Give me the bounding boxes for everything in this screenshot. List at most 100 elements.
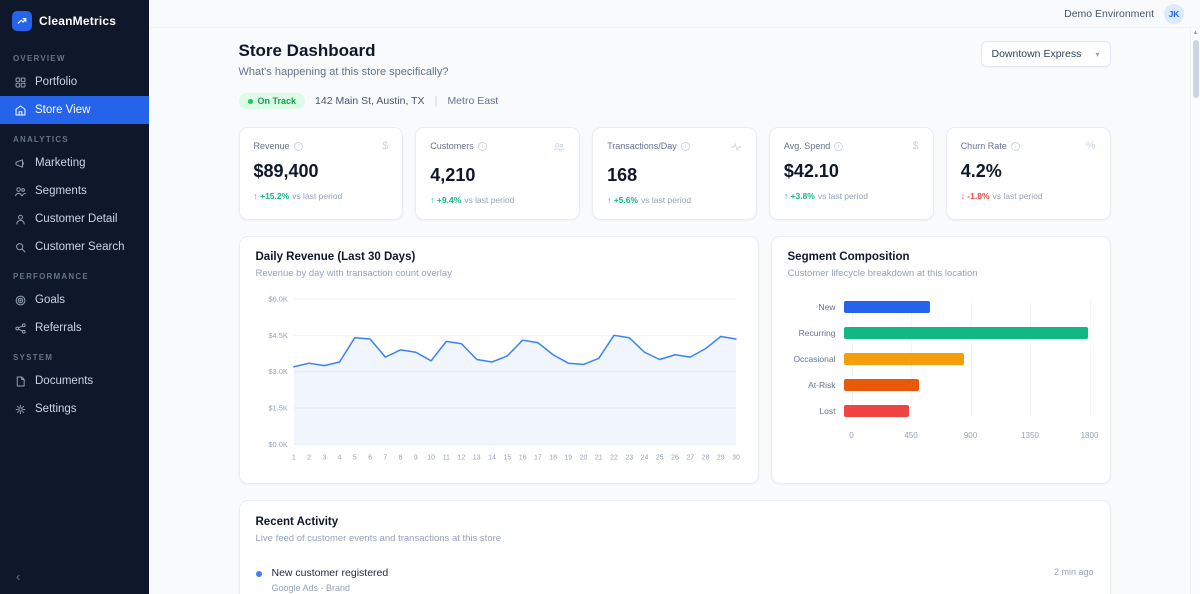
- kpi-delta-note: vs last period: [292, 191, 342, 201]
- sidebar-item-referrals[interactable]: Referrals: [0, 314, 149, 342]
- dollar-icon: $: [913, 141, 919, 152]
- trend-up-icon: [12, 11, 32, 31]
- segment-bar-label: New: [788, 302, 844, 312]
- share-icon: [13, 321, 27, 335]
- segment-bar[interactable]: [844, 327, 1089, 339]
- segment-composition-title: Segment Composition: [788, 251, 1094, 263]
- kpi-value: 4,210: [430, 165, 565, 186]
- info-icon[interactable]: i: [478, 142, 487, 151]
- svg-text:25: 25: [655, 454, 663, 461]
- sidebar-item-customer-detail[interactable]: Customer Detail: [0, 205, 149, 233]
- kpi-delta-value: ↑ +3.8%: [784, 191, 815, 201]
- kpi-delta-note: vs last period: [993, 191, 1043, 201]
- svg-text:15: 15: [503, 454, 511, 461]
- main-area: Demo Environment JK ▲ Store Dashboard Wh…: [149, 0, 1200, 594]
- dollar-icon: $: [382, 141, 388, 152]
- svg-text:30: 30: [732, 454, 740, 461]
- activity-list: New customer registered Google Ads - Bran…: [256, 558, 1094, 594]
- page-header: Store Dashboard What's happening at this…: [239, 41, 1111, 78]
- info-icon[interactable]: i: [294, 142, 303, 151]
- sidebar-item-goals[interactable]: Goals: [0, 286, 149, 314]
- avatar[interactable]: JK: [1164, 4, 1184, 24]
- charts-row: Daily Revenue (Last 30 Days) Revenue by …: [239, 236, 1111, 484]
- kpi-value: 168: [607, 165, 742, 186]
- segment-bar[interactable]: [844, 301, 930, 313]
- sidebar-item-label: Customer Search: [35, 241, 124, 253]
- axis-tick-label: 900: [964, 431, 977, 440]
- kpi-delta-value: ↓ -1.8%: [961, 191, 990, 201]
- sidebar-item-portfolio[interactable]: Portfolio: [0, 68, 149, 96]
- svg-text:16: 16: [518, 454, 526, 461]
- segment-bar-row-at-risk: At-Risk: [788, 379, 1094, 391]
- daily-revenue-chart: $0.0K$1.5K$3.0K$4.5K$6.0K123456789101112…: [256, 291, 742, 471]
- segment-bar[interactable]: [844, 353, 964, 365]
- segment-bar[interactable]: [844, 379, 919, 391]
- svg-text:24: 24: [640, 454, 648, 461]
- grid-icon: [13, 75, 27, 89]
- users-icon: [553, 141, 565, 156]
- scrollbar-thumb[interactable]: [1193, 40, 1199, 98]
- segment-bar-track: [844, 301, 1090, 313]
- svg-text:28: 28: [701, 454, 709, 461]
- svg-text:8: 8: [398, 454, 402, 461]
- kpi-label: Avg. Spend i: [784, 141, 843, 151]
- sidebar: CleanMetrics OverviewPortfolioStore View…: [0, 0, 149, 594]
- topbar: Demo Environment JK: [149, 0, 1200, 28]
- axis-tick-label: 1800: [1081, 431, 1099, 440]
- recent-activity-title: Recent Activity: [256, 516, 1094, 528]
- segment-bar-label: At-Risk: [788, 380, 844, 390]
- segment-bar-axis: 045090013501800: [852, 431, 1090, 443]
- svg-text:$6.0K: $6.0K: [268, 294, 288, 303]
- kpi-row: Revenue i$$89,400↑ +15.2%vs last periodC…: [239, 127, 1111, 220]
- megaphone-icon: [13, 156, 27, 170]
- sidebar-item-documents[interactable]: Documents: [0, 367, 149, 395]
- sidebar-item-store-view[interactable]: Store View: [0, 96, 149, 124]
- kpi-label: Churn Rate i: [961, 141, 1020, 151]
- kpi-delta-note: vs last period: [641, 195, 691, 205]
- percent-icon: %: [1086, 141, 1096, 152]
- app-logo: CleanMetrics: [0, 0, 149, 43]
- svg-text:11: 11: [442, 454, 449, 461]
- page-heading-group: Store Dashboard What's happening at this…: [239, 41, 449, 78]
- page-title: Store Dashboard: [239, 41, 449, 61]
- svg-text:2: 2: [307, 454, 311, 461]
- segment-bar-row-new: New: [788, 301, 1094, 313]
- kpi-card-churn-rate: Churn Rate i%4.2%↓ -1.8%vs last period: [946, 127, 1111, 220]
- segment-bar-label: Lost: [788, 406, 844, 416]
- info-icon[interactable]: i: [1011, 142, 1020, 151]
- sidebar-item-segments[interactable]: Segments: [0, 177, 149, 205]
- svg-text:29: 29: [716, 454, 724, 461]
- activity-title: New customer registered: [272, 567, 1044, 579]
- segment-bar[interactable]: [844, 405, 910, 417]
- store-selector[interactable]: Downtown Express ▾: [981, 41, 1111, 67]
- sidebar-item-customer-search[interactable]: Customer Search: [0, 233, 149, 261]
- sidebar-item-marketing[interactable]: Marketing: [0, 149, 149, 177]
- kpi-delta-value: ↑ +9.4%: [430, 195, 461, 205]
- segment-composition-card: Segment Composition Customer lifecycle b…: [771, 236, 1111, 484]
- search-icon: [13, 240, 27, 254]
- svg-text:6: 6: [368, 454, 372, 461]
- sidebar-section-label-analytics: Analytics: [0, 124, 149, 149]
- kpi-delta-value: ↑ +15.2%: [254, 191, 290, 201]
- app-root: CleanMetrics OverviewPortfolioStore View…: [0, 0, 1200, 594]
- kpi-card-transactions-day: Transactions/Day i168↑ +5.6%vs last peri…: [592, 127, 757, 220]
- info-icon[interactable]: i: [834, 142, 843, 151]
- activity-icon: [730, 141, 742, 156]
- activity-detail: Google Ads - Brand: [272, 583, 1044, 593]
- sidebar-item-settings[interactable]: Settings: [0, 395, 149, 423]
- svg-text:21: 21: [594, 454, 602, 461]
- sidebar-item-label: Documents: [35, 375, 93, 387]
- kpi-value: $89,400: [254, 161, 389, 182]
- sidebar-section-label-performance: Performance: [0, 261, 149, 286]
- scrollbar-up-arrow[interactable]: ▲: [1191, 30, 1200, 36]
- sidebar-item-label: Segments: [35, 185, 87, 197]
- sidebar-item-label: Customer Detail: [35, 213, 117, 225]
- sidebar-item-label: Marketing: [35, 157, 86, 169]
- sidebar-nav: OverviewPortfolioStore ViewAnalyticsMark…: [0, 43, 149, 423]
- kpi-delta: ↓ -1.8%vs last period: [961, 191, 1096, 201]
- kpi-delta: ↑ +15.2%vs last period: [254, 191, 389, 201]
- target-icon: [13, 293, 27, 307]
- info-icon[interactable]: i: [681, 142, 690, 151]
- users-icon: [13, 184, 27, 198]
- sidebar-collapse-button[interactable]: ‹: [8, 565, 28, 588]
